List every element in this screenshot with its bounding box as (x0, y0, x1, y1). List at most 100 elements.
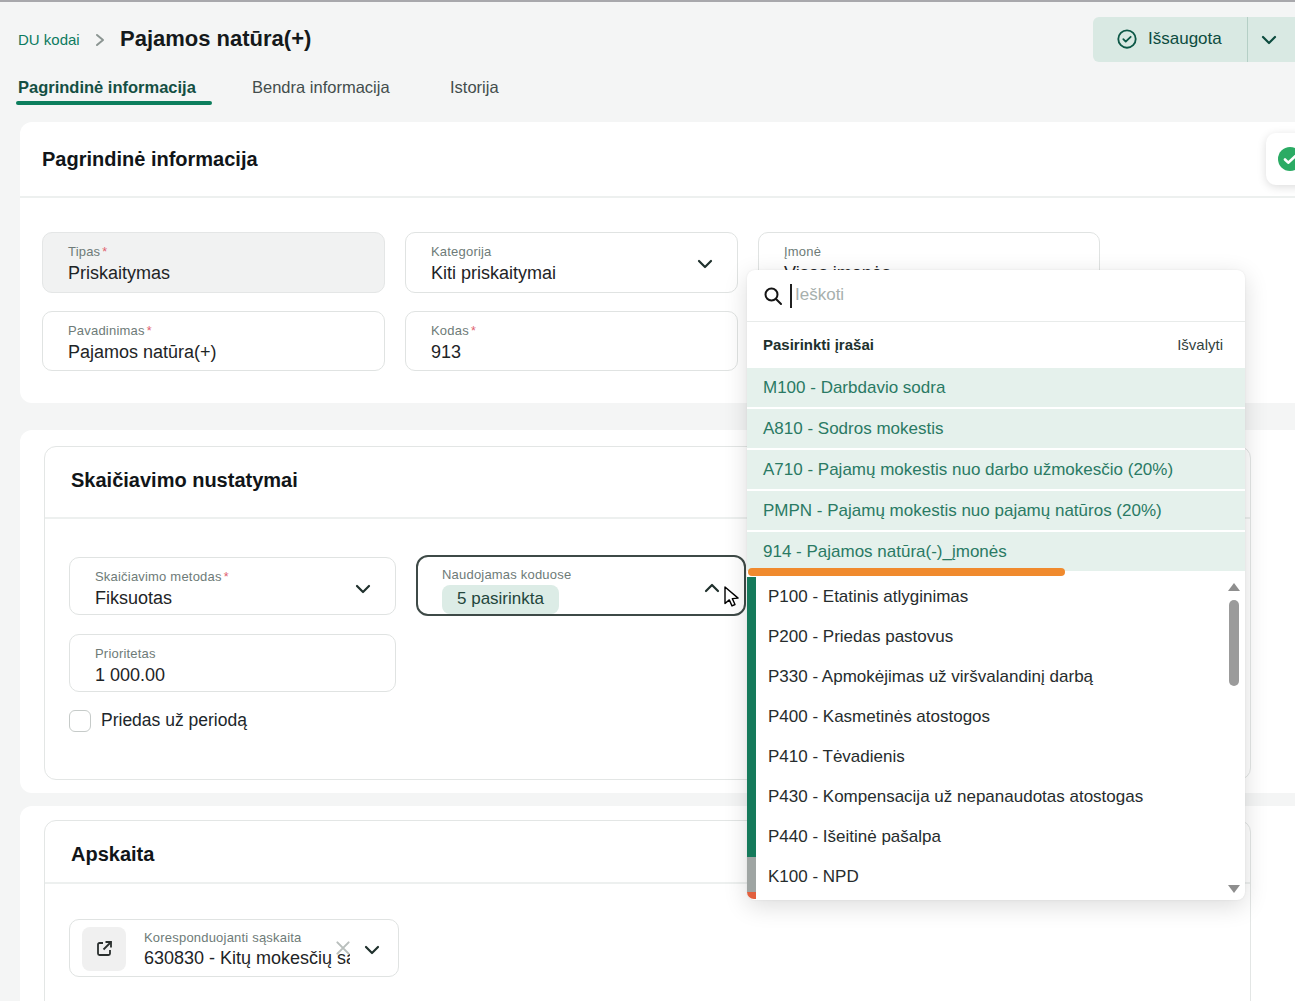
field-skaiciavimo-metodas[interactable]: Skaičiavimo metodas* Fiksuotas (69, 557, 396, 615)
chevron-down-icon[interactable] (364, 945, 380, 955)
field-value: Fiksuotas (95, 588, 395, 609)
section-title: Skaičiavimo nustatymai (71, 469, 298, 492)
required-mark: * (224, 570, 229, 584)
selected-item-label: PMPN - Pajamų mokestis nuo pajamų natūro… (763, 501, 1162, 520)
priedas-uz-perioda-checkbox[interactable] (69, 710, 91, 732)
chevron-down-icon (355, 584, 371, 594)
text-caret (790, 284, 792, 308)
required-mark: * (102, 245, 107, 259)
field-value: 630830 - Kitų mokesčių sąskaita (144, 948, 350, 969)
option-item-label: P400 - Kasmetinės atostogos (768, 707, 990, 726)
selected-item[interactable]: A810 - Sodros mokestis (747, 409, 1245, 448)
selected-item-label: A810 - Sodros mokestis (763, 419, 943, 438)
field-koresponduojanti-saskaita[interactable]: Koresponduojanti sąskaita 630830 - Kitų … (69, 919, 399, 977)
selected-item[interactable]: M100 - Darbdavio sodra (747, 368, 1245, 407)
option-item[interactable]: K100 - NPD (747, 857, 1245, 897)
active-tab-underline (16, 101, 212, 105)
options-list: P100 - Etatinis atlyginimas P200 - Prieda… (747, 577, 1245, 897)
check-circle-icon (1116, 28, 1138, 50)
mouse-cursor-icon (719, 585, 743, 609)
field-value: Kiti priskaitymai (431, 263, 737, 284)
chevron-up-icon (704, 583, 720, 593)
left-scroll-indicator-orange (747, 892, 756, 899)
scroll-down-arrow-icon[interactable] (1228, 885, 1240, 893)
option-item-label: P200 - Priedas pastovus (768, 627, 953, 646)
field-label: Prioritetas (95, 646, 156, 661)
selected-item-label: M100 - Darbdavio sodra (763, 378, 945, 397)
field-prioritetas[interactable]: Prioritetas 1 000.00 (69, 634, 396, 692)
field-label: Tipas (68, 244, 100, 259)
selected-item[interactable]: PMPN - Pajamų mokestis nuo pajamų natūro… (747, 491, 1245, 530)
option-item[interactable]: P430 - Kompensacija už nepanaudotas atos… (747, 777, 1245, 817)
success-check-button[interactable] (1266, 133, 1295, 185)
chevron-down-icon (697, 259, 713, 269)
breadcrumb-chevron-icon (94, 33, 106, 47)
dropdown-search[interactable]: Ieškoti (747, 270, 1245, 322)
external-link-icon (94, 939, 114, 959)
required-mark: * (147, 324, 152, 338)
checkbox-label: Priedas už periodą (101, 710, 247, 731)
left-scroll-indicator-green (747, 577, 756, 857)
selected-items-list: M100 - Darbdavio sodra A810 - Sodros moke… (747, 368, 1245, 571)
field-value: Priskaitymas (68, 263, 384, 284)
field-value: 913 (431, 342, 737, 363)
field-label: Kodas (431, 323, 469, 338)
selected-count-badge: 5 pasirinkta (442, 585, 559, 614)
clear-selection-link[interactable]: Išvalyti (1177, 336, 1223, 353)
left-scroll-indicator-thumb[interactable] (747, 857, 756, 892)
multiselect-dropdown: Ieškoti Pasirinkti įrašai Išvalyti M100 … (747, 270, 1245, 900)
option-item-label: P100 - Etatinis atlyginimas (768, 587, 968, 606)
check-circle-filled-icon (1277, 146, 1295, 172)
section-title: Apskaita (71, 843, 154, 866)
field-value: 1 000.00 (95, 665, 395, 686)
selected-item-label: A710 - Pajamų mokestis nuo darbo užmokes… (763, 460, 1173, 479)
window-top-edge (0, 0, 1295, 2)
option-item[interactable]: P100 - Etatinis atlyginimas (747, 577, 1245, 617)
search-placeholder: Ieškoti (795, 285, 844, 305)
section-divider (20, 196, 1295, 198)
tab-istorija[interactable]: Istorija (450, 78, 499, 97)
open-account-button[interactable] (82, 927, 126, 971)
saved-button[interactable]: Išsaugota (1093, 17, 1295, 62)
tab-bendra-informacija[interactable]: Bendra informacija (252, 78, 390, 97)
field-pavadinimas[interactable]: Pavadinimas* Pajamos natūra(+) (42, 311, 385, 371)
option-item[interactable]: P410 - Tėvadienis (747, 737, 1245, 777)
breadcrumb[interactable]: DU kodai (18, 31, 80, 48)
orange-progress-bar (748, 568, 1065, 576)
field-kategorija[interactable]: Kategorija Kiti priskaitymai (405, 232, 738, 293)
option-item-label: K100 - NPD (768, 867, 859, 886)
required-mark: * (471, 324, 476, 338)
selected-item[interactable]: 914 - Pajamos natūra(-)_įmonės (747, 532, 1245, 571)
option-item-label: P330 - Apmokėjimas už viršvalandinį darb… (768, 667, 1093, 686)
selected-header-row: Pasirinkti įrašai Išvalyti (747, 322, 1245, 368)
saved-button-label: Išsaugota (1148, 29, 1222, 49)
option-item[interactable]: P400 - Kasmetinės atostogos (747, 697, 1245, 737)
tab-pagrindine-informacija[interactable]: Pagrindinė informacija (18, 78, 196, 97)
option-item[interactable]: P440 - Išeitinė pašalpa (747, 817, 1245, 857)
field-label: Koresponduojanti sąskaita (144, 930, 302, 945)
field-label: Įmonė (784, 244, 821, 259)
page: DU kodai Pajamos natūra(+) Išsaugota Pag… (0, 0, 1295, 1001)
field-kodas[interactable]: Kodas* 913 (405, 311, 738, 371)
section-title: Pagrindinė informacija (42, 148, 258, 171)
chevron-down-icon[interactable] (1261, 35, 1277, 45)
field-label: Skaičiavimo metodas (95, 569, 222, 584)
option-item[interactable]: P200 - Priedas pastovus (747, 617, 1245, 657)
option-item-label: P440 - Išeitinė pašalpa (768, 827, 941, 846)
scrollbar-thumb[interactable] (1229, 600, 1239, 686)
field-tipas: Tipas* Priskaitymas (42, 232, 385, 293)
clear-x-icon[interactable] (334, 939, 352, 957)
selected-item-label: 914 - Pajamos natūra(-)_įmonės (763, 542, 1007, 561)
field-naudojamas-koduose[interactable]: Naudojamas koduose 5 pasirinkta (416, 555, 746, 616)
selected-item[interactable]: A710 - Pajamų mokestis nuo darbo užmokes… (747, 450, 1245, 489)
option-item-label: P410 - Tėvadienis (768, 747, 905, 766)
field-label: Naudojamas koduose (442, 567, 571, 582)
page-title: Pajamos natūra(+) (120, 26, 311, 52)
field-label: Kategorija (431, 244, 492, 259)
selected-header-label: Pasirinkti įrašai (763, 336, 874, 353)
saved-button-separator (1247, 17, 1248, 62)
search-icon (763, 286, 783, 306)
option-item[interactable]: P330 - Apmokėjimas už viršvalandinį darb… (747, 657, 1245, 697)
field-value: Pajamos natūra(+) (68, 342, 384, 363)
scroll-up-arrow-icon[interactable] (1228, 583, 1240, 591)
